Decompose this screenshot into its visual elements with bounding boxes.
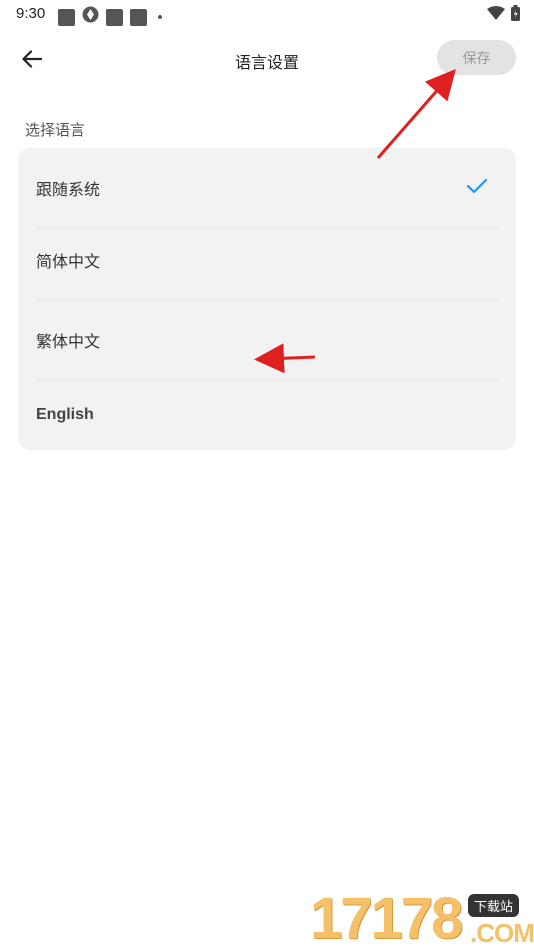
app-bar: 语言设置 保存 — [0, 36, 534, 82]
language-option-english[interactable]: English — [18, 380, 516, 450]
language-label: 简体中文 — [36, 252, 101, 271]
checkmark-icon — [466, 178, 488, 198]
watermark-logo: 17178 下载站 .COM — [310, 888, 534, 950]
language-option-follow-system[interactable]: 跟随系统 — [18, 148, 516, 228]
battery-icon — [511, 5, 520, 26]
language-option-traditional-chinese[interactable]: 繁体中文 — [18, 300, 516, 380]
annotation-arrow-to-save — [376, 68, 456, 159]
watermark-badge: 下载站 — [468, 894, 520, 917]
notification-icon — [106, 8, 123, 26]
watermark-domain: .COM — [470, 918, 534, 948]
notification-icon — [130, 8, 147, 26]
wifi-icon — [487, 6, 505, 25]
language-list: 跟随系统 简体中文 繁体中文 English — [18, 148, 516, 450]
status-bar: 9:30 — [0, 0, 534, 28]
language-label: English — [36, 406, 94, 423]
notification-icons — [58, 6, 162, 28]
sync-icon — [82, 6, 99, 28]
language-label: 跟随系统 — [36, 180, 101, 199]
language-label: 繁体中文 — [36, 332, 101, 351]
watermark-number: 17178 — [310, 886, 463, 951]
section-label: 选择语言 — [25, 121, 86, 139]
more-notifications-icon — [158, 15, 162, 19]
system-icons — [487, 5, 520, 26]
notification-icon — [58, 8, 75, 26]
annotation-arrows — [254, 68, 456, 374]
save-button[interactable]: 保存 — [437, 40, 516, 75]
language-option-simplified-chinese[interactable]: 简体中文 — [18, 220, 516, 300]
status-time: 9:30 — [16, 5, 46, 22]
